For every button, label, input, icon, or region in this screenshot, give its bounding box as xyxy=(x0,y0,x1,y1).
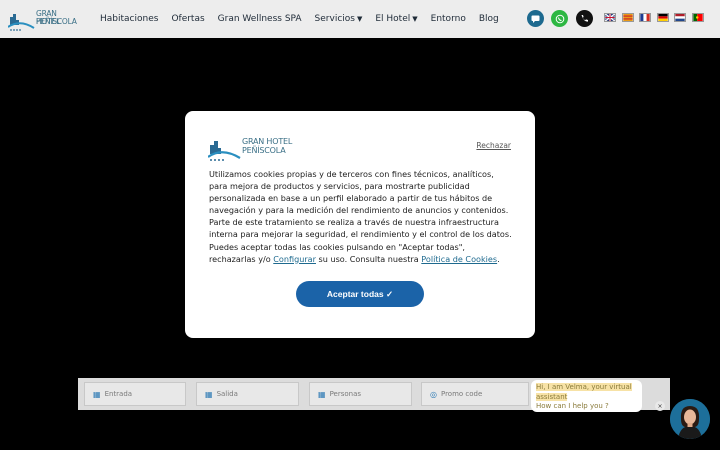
cookie-text: su uso. Consulta nuestra xyxy=(315,253,422,264)
nav-label: Blog xyxy=(478,14,499,24)
whatsapp-icon[interactable] xyxy=(551,10,568,27)
logo-text-line2: PEÑÍSCOLA xyxy=(242,146,286,155)
close-icon[interactable]: × xyxy=(655,401,665,411)
flag-catalan-icon[interactable] xyxy=(621,13,634,22)
chat-greeting-line3: How can I help you ? xyxy=(536,402,609,410)
cookie-description: Utilizamos cookies propias y de terceros… xyxy=(209,168,514,265)
promo-code-input[interactable]: ◎ Promo code xyxy=(421,382,529,406)
flag-germany-icon[interactable] xyxy=(656,13,669,22)
flag-uk-icon[interactable] xyxy=(604,13,616,22)
nav-label: Habitaciones xyxy=(100,14,159,24)
people-icon: ▦ xyxy=(318,389,326,399)
checkin-placeholder: Entrada xyxy=(104,390,133,398)
nav-label: Gran Wellness SPA xyxy=(217,14,302,24)
cookie-text: Utilizamos cookies propias y de terceros… xyxy=(209,169,512,264)
nav-label: Servicios xyxy=(314,14,355,24)
modal-hotel-logo: GRAN HOTEL PEÑÍSCOLA xyxy=(208,133,298,161)
chat-greeting-line2: assistant xyxy=(536,392,568,401)
flag-portugal-icon[interactable] xyxy=(691,13,704,22)
nav-item-ofertas[interactable]: Ofertas xyxy=(171,14,204,24)
chevron-down-icon: ▼ xyxy=(356,15,363,23)
checkout-placeholder: Salida xyxy=(216,390,238,398)
nav-item-habitaciones[interactable]: Habitaciones xyxy=(100,14,158,24)
virtual-assistant-avatar[interactable] xyxy=(670,399,710,439)
chat-welcome-bubble[interactable]: Hi, I am Velma, your virtual assistant H… xyxy=(531,380,642,412)
checkin-field[interactable]: ▦ Entrada xyxy=(84,382,186,406)
guests-placeholder: Personas xyxy=(329,390,362,398)
nav-item-servicios[interactable]: Servicios ▼ xyxy=(315,14,363,24)
assistant-portrait-icon xyxy=(670,399,710,439)
logo-text-line2: PEÑÍSCOLA xyxy=(36,17,77,26)
calendar-icon: ▦ xyxy=(93,389,101,399)
site-header: GRAN HOTEL PEÑÍSCOLA Habitaciones Oferta… xyxy=(0,0,720,38)
phone-icon[interactable] xyxy=(576,10,593,27)
castle-logo-icon xyxy=(8,9,35,31)
logo-text-line1: GRAN HOTEL xyxy=(242,137,293,146)
cookie-text: . xyxy=(497,253,500,264)
guests-field[interactable]: ▦ Personas xyxy=(309,382,412,406)
nav-label: Ofertas xyxy=(171,14,205,24)
checkout-field[interactable]: ▦ Salida xyxy=(196,382,299,406)
nav-item-blog[interactable]: Blog xyxy=(479,14,499,24)
cookie-policy-link[interactable]: Política de Cookies xyxy=(421,254,497,264)
castle-logo-icon xyxy=(208,135,241,161)
nav-label: Entorno xyxy=(430,14,466,24)
configure-cookies-link[interactable]: Configurar xyxy=(273,254,316,264)
calendar-icon: ▦ xyxy=(205,389,213,399)
hotel-logo[interactable]: GRAN HOTEL PEÑÍSCOLA xyxy=(8,7,80,31)
nav-item-entorno[interactable]: Entorno xyxy=(431,14,466,24)
chevron-down-icon: ▼ xyxy=(412,15,418,23)
accept-all-button[interactable]: Aceptar todas ✓ xyxy=(296,281,424,307)
message-icon[interactable] xyxy=(527,10,544,27)
nav-item-wellness-spa[interactable]: Gran Wellness SPA xyxy=(218,14,302,24)
promo-placeholder: Promo code xyxy=(440,390,483,398)
nav-label: El Hotel xyxy=(375,14,411,24)
language-selector xyxy=(604,13,709,22)
flag-france-icon[interactable] xyxy=(639,13,651,22)
main-nav: Habitaciones Ofertas Gran Wellness SPA S… xyxy=(100,0,512,38)
nav-item-el-hotel[interactable]: El Hotel ▼ xyxy=(375,14,417,24)
chat-greeting-line1: Hi, I am Velma, your virtual xyxy=(536,383,632,391)
cookie-consent-dialog: GRAN HOTEL PEÑÍSCOLA Rechazar Utilizamos… xyxy=(185,111,535,338)
check-circle-icon: ◎ xyxy=(430,389,437,399)
flag-netherlands-icon[interactable] xyxy=(674,13,686,22)
reject-cookies-link[interactable]: Rechazar xyxy=(476,141,511,150)
